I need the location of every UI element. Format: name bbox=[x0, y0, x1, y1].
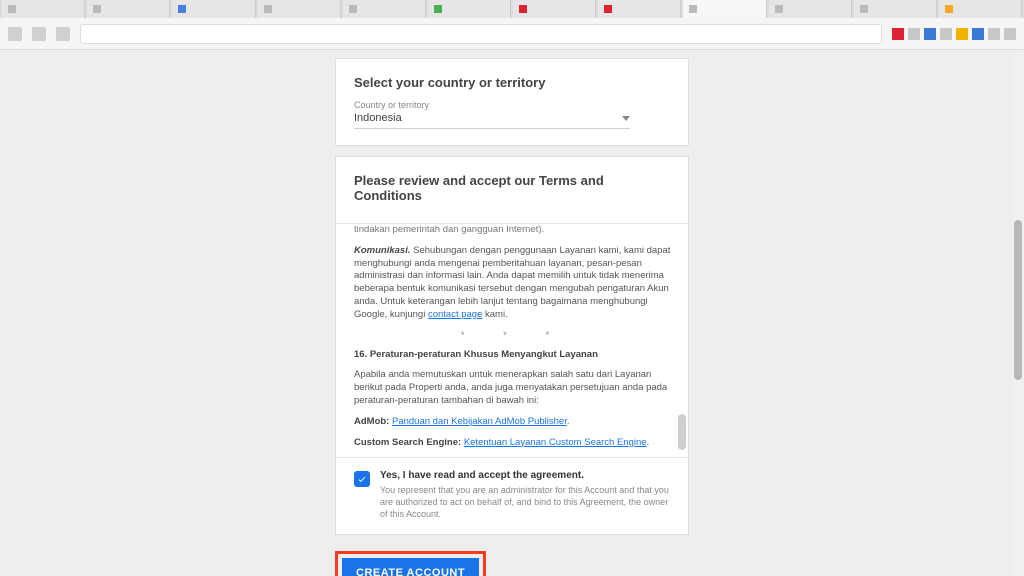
browser-tabstrip bbox=[0, 0, 1024, 18]
terms-paragraph: Komunikasi. Sehubungan dengan penggunaan… bbox=[354, 245, 674, 322]
page-scrollbar-thumb[interactable] bbox=[1014, 220, 1022, 380]
country-selected-value: Indonesia bbox=[354, 112, 402, 124]
terms-komunikasi-label: Komunikasi. bbox=[354, 245, 411, 256]
country-card: Select your country or territory Country… bbox=[335, 58, 689, 146]
accept-strong: Yes, I have read and accept the agreemen… bbox=[380, 470, 670, 481]
reload-button[interactable] bbox=[56, 27, 70, 41]
browser-tab[interactable] bbox=[598, 0, 681, 18]
check-icon bbox=[357, 474, 367, 484]
create-button-highlight: CREATE ACCOUNT bbox=[335, 551, 486, 576]
terms-fragment: tindakan pemerintah dan gangguan Interne… bbox=[354, 224, 674, 237]
browser-tab[interactable] bbox=[172, 0, 255, 18]
cse-terms-link[interactable]: Ketentuan Layanan Custom Search Engine bbox=[464, 437, 647, 448]
terms-cse-row: Custom Search Engine: Ketentuan Layanan … bbox=[354, 437, 674, 450]
contact-page-link[interactable]: contact page bbox=[428, 309, 482, 320]
terms-scroll-area[interactable]: tindakan pemerintah dan gangguan Interne… bbox=[336, 223, 688, 457]
address-bar[interactable] bbox=[80, 24, 882, 44]
accept-sub: You represent that you are an administra… bbox=[380, 485, 669, 519]
terms-komunikasi-text: Sehubungan dengan penggunaan Layanan kam… bbox=[354, 245, 670, 320]
browser-tab[interactable] bbox=[258, 0, 341, 18]
extensions-tray bbox=[892, 28, 1016, 40]
browser-tab[interactable] bbox=[343, 0, 426, 18]
terms-admob-row: AdMob: Panduan dan Kebijakan AdMob Publi… bbox=[354, 416, 674, 429]
create-account-button[interactable]: CREATE ACCOUNT bbox=[342, 558, 479, 576]
back-button[interactable] bbox=[8, 27, 22, 41]
terms-cse-label: Custom Search Engine: bbox=[354, 437, 461, 448]
extension-icon[interactable] bbox=[988, 28, 1000, 40]
country-card-title: Select your country or territory bbox=[354, 75, 670, 90]
browser-tab-active[interactable] bbox=[683, 0, 766, 18]
accept-text: Yes, I have read and accept the agreemen… bbox=[380, 470, 670, 520]
terms-scrollbar[interactable] bbox=[678, 224, 686, 457]
browser-tab[interactable] bbox=[2, 0, 85, 18]
browser-tab[interactable] bbox=[769, 0, 852, 18]
terms-section-heading: 16. Peraturan-peraturan Khusus Menyangku… bbox=[354, 349, 674, 362]
extension-icon[interactable] bbox=[1004, 28, 1016, 40]
terms-komunikasi-tail: kami. bbox=[482, 309, 507, 320]
browser-toolbar bbox=[0, 18, 1024, 50]
forward-button[interactable] bbox=[32, 27, 46, 41]
browser-tab[interactable] bbox=[87, 0, 170, 18]
extension-icon[interactable] bbox=[892, 28, 904, 40]
terms-section-body: Apabila anda memutuskan untuk menerapkan… bbox=[354, 369, 674, 407]
extension-icon[interactable] bbox=[924, 28, 936, 40]
accept-checkbox[interactable] bbox=[354, 471, 370, 487]
extension-icon[interactable] bbox=[956, 28, 968, 40]
country-select[interactable]: Indonesia bbox=[354, 112, 630, 129]
browser-tab[interactable] bbox=[854, 0, 937, 18]
browser-tab[interactable] bbox=[939, 0, 1022, 18]
terms-separator: * * * bbox=[354, 330, 674, 343]
terms-scrollbar-thumb[interactable] bbox=[678, 414, 686, 450]
extension-icon[interactable] bbox=[972, 28, 984, 40]
extension-icon[interactable] bbox=[908, 28, 920, 40]
admob-policy-link[interactable]: Panduan dan Kebijakan AdMob Publisher bbox=[392, 416, 567, 427]
browser-tab[interactable] bbox=[513, 0, 596, 18]
browser-tab[interactable] bbox=[428, 0, 511, 18]
page-body: Select your country or territory Country… bbox=[0, 50, 1024, 576]
extension-icon[interactable] bbox=[940, 28, 952, 40]
accept-row: Yes, I have read and accept the agreemen… bbox=[336, 457, 688, 534]
terms-card: Please review and accept our Terms and C… bbox=[335, 156, 689, 535]
terms-card-title: Please review and accept our Terms and C… bbox=[354, 173, 670, 203]
terms-admob-label: AdMob: bbox=[354, 416, 389, 427]
country-field-label: Country or territory bbox=[354, 100, 670, 110]
page-scrollbar[interactable] bbox=[1012, 50, 1024, 576]
chevron-down-icon bbox=[622, 116, 630, 121]
